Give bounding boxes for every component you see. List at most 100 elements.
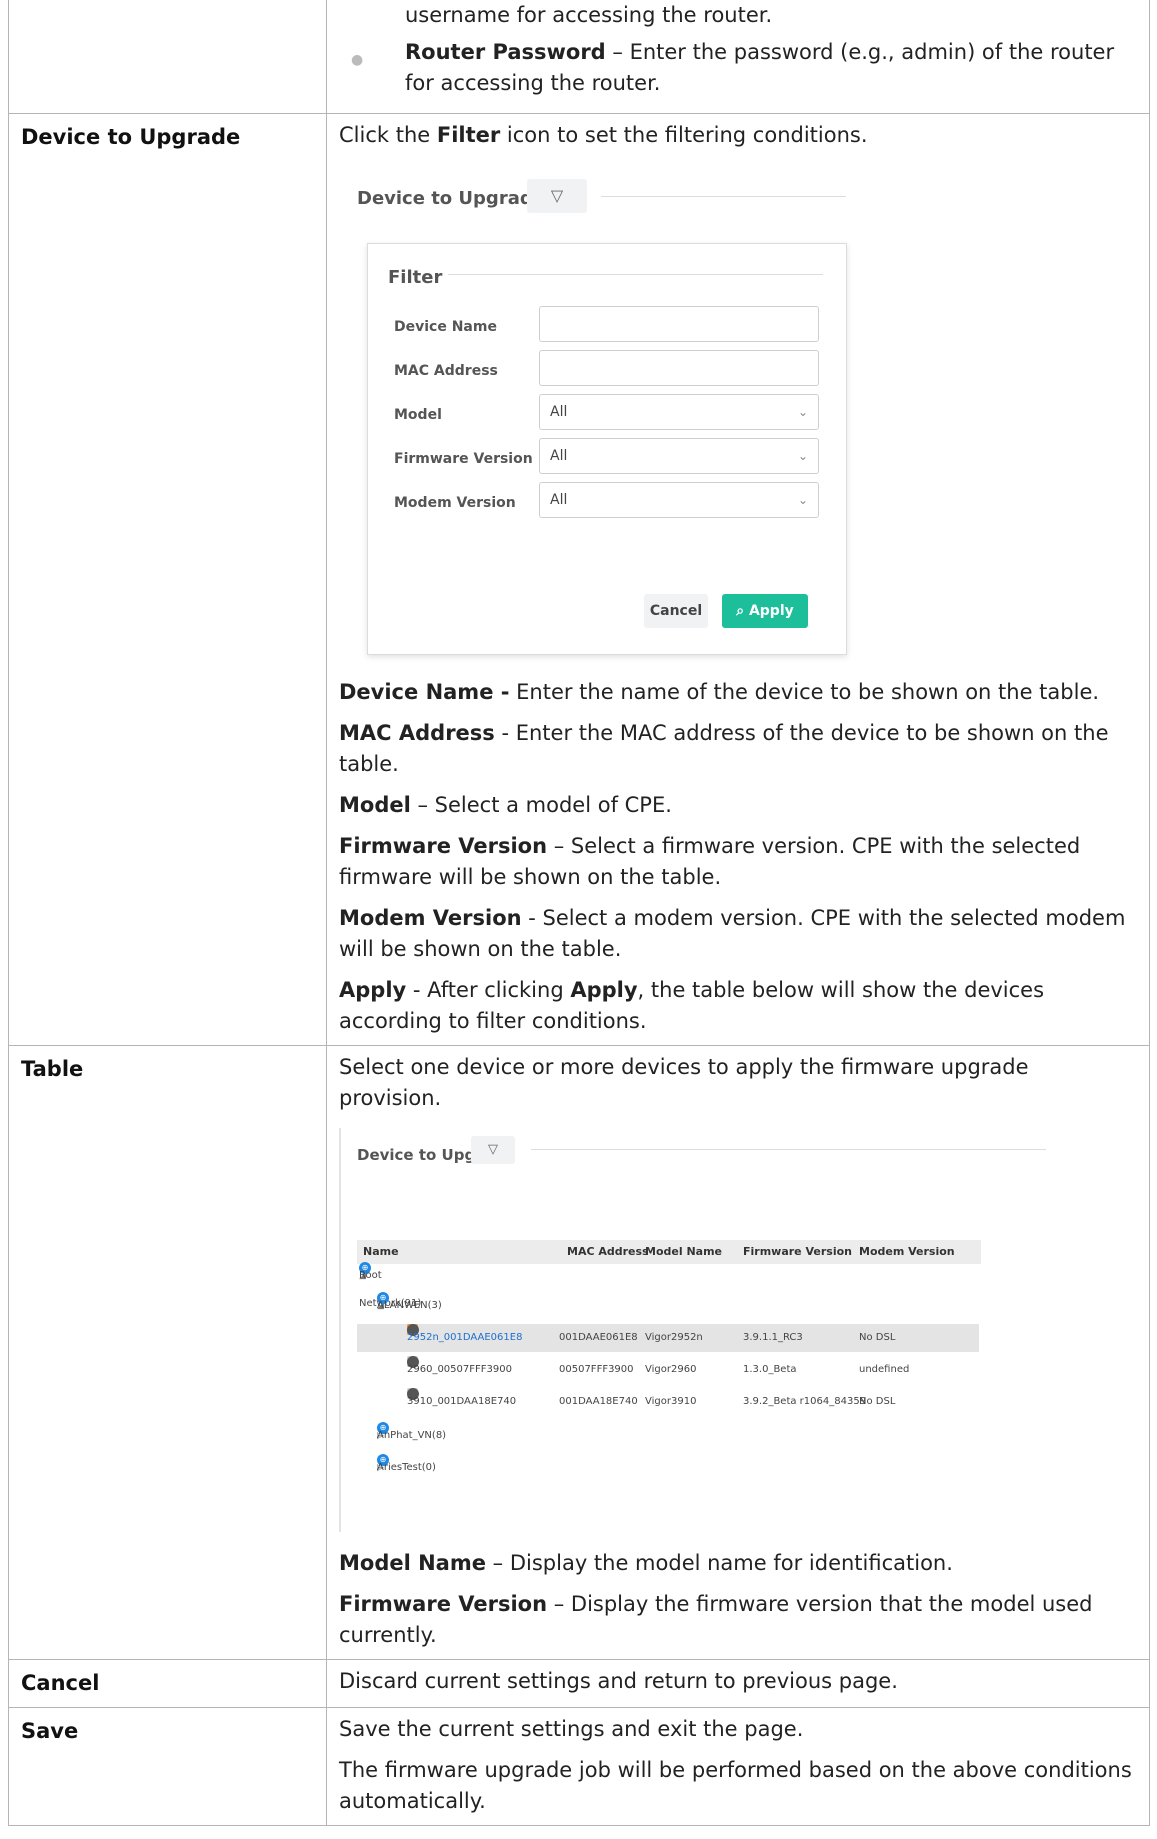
- chevron-down-icon: ⌄: [797, 493, 808, 507]
- parameter-table: username for accessing the router. ● Rou…: [8, 0, 1150, 1826]
- device-name-label: Device Name: [394, 319, 497, 335]
- filter-item-apply: Apply - After clicking Apply, the table …: [339, 975, 1137, 1037]
- device-table-screenshot: Device to Upgrade ▽ Name MAC Address Mod…: [339, 1128, 1051, 1532]
- device-to-upgrade-label: Device to Upgrade: [8, 113, 327, 1046]
- cancel-label: Cancel: [8, 1659, 327, 1708]
- apply-button[interactable]: ⌕ Apply: [722, 594, 808, 628]
- mac-address-label: MAC Address: [394, 363, 498, 379]
- item-text: – Select a model of CPE.: [410, 793, 672, 817]
- item-term: Model: [339, 793, 411, 817]
- node-name: AriesTest(0): [377, 1462, 436, 1473]
- modem-version-select[interactable]: All ⌄: [539, 482, 819, 518]
- header-firmware-version: Firmware Version: [743, 1245, 852, 1258]
- filter-intro: Click the Filter icon to set the filteri…: [339, 120, 1137, 151]
- table-intro: Select one device or more devices to app…: [339, 1055, 1029, 1110]
- header-mac-address: MAC Address: [567, 1245, 649, 1258]
- header-name: Name: [363, 1245, 399, 1258]
- node-name: ALANWEN(3): [377, 1300, 442, 1311]
- device-name-filter: Device Name: [394, 306, 834, 342]
- save-text-1: Save the current settings and exit the p…: [339, 1717, 804, 1741]
- filter-panel: Filter Device Name MAC Address Model All…: [367, 243, 847, 655]
- device-to-upgrade-row: Device to Upgrade Click the Filter icon …: [8, 113, 1150, 1046]
- funnel-icon: ▽: [488, 1142, 498, 1157]
- router-credentials-desc: username for accessing the router. ● Rou…: [326, 0, 1150, 114]
- tree-node-root[interactable]: ◢ ⊕ Root Network(91): [357, 1262, 979, 1309]
- item-term: MAC Address: [339, 721, 495, 745]
- model-filter: Model All ⌄: [394, 394, 834, 430]
- divider: [601, 196, 846, 197]
- password-bullet-list: ● Router Password – Enter the password (…: [339, 37, 1137, 99]
- modem-version-value: All: [550, 492, 568, 508]
- model-value: All: [550, 404, 568, 420]
- cell-model: Vigor2952n: [645, 1332, 703, 1343]
- table-label: Table: [8, 1045, 327, 1660]
- header-modem-version: Modem Version: [859, 1245, 955, 1258]
- router-credentials-row: username for accessing the router. ● Rou…: [8, 0, 1150, 114]
- bullet-icon: ●: [351, 52, 364, 68]
- intro-post: icon to set the filtering conditions.: [500, 123, 868, 147]
- item-term: Apply: [570, 978, 638, 1002]
- cell-modem: No DSL: [859, 1396, 896, 1407]
- firmware-version-select[interactable]: All ⌄: [539, 438, 819, 474]
- node-name: AnPhat_VN(8): [377, 1430, 447, 1441]
- item-text: - After clicking: [406, 978, 571, 1002]
- apply-label: Apply: [748, 603, 794, 619]
- cancel-button[interactable]: Cancel: [644, 594, 708, 628]
- device-name-input[interactable]: [539, 306, 819, 342]
- tree-node-group[interactable]: ▷ ⊕ AriesTest(0): [357, 1454, 979, 1482]
- filter-toggle-button[interactable]: ▽: [471, 1136, 515, 1164]
- cell-model: Vigor3910: [645, 1396, 697, 1407]
- intro-filter-term: Filter: [436, 123, 501, 147]
- filter-item-mac-address: MAC Address - Enter the MAC address of t…: [339, 718, 1137, 780]
- cell-modem: No DSL: [859, 1332, 896, 1343]
- cell-firmware: 3.9.1.1_RC3: [743, 1332, 803, 1343]
- item-text: Enter the name of the device to be shown…: [509, 680, 1100, 704]
- item-term: Device Name -: [339, 680, 510, 704]
- model-select[interactable]: All ⌄: [539, 394, 819, 430]
- filter-item-device-name: Device Name - Enter the name of the devi…: [339, 677, 1137, 708]
- router-password-item: ● Router Password – Enter the password (…: [339, 37, 1137, 99]
- item-text: – Display the model name for identificat…: [485, 1551, 953, 1575]
- mac-address-input[interactable]: [539, 350, 819, 386]
- filter-toggle-button[interactable]: ▽: [527, 179, 587, 213]
- device-name-link[interactable]: 2952n_001DAAE061E8: [407, 1324, 522, 1352]
- filter-panel-title: Filter: [388, 267, 443, 288]
- filter-item-firmware-version: Firmware Version – Select a firmware ver…: [339, 831, 1137, 893]
- screenshot-title: Device to Upgrade: [357, 188, 545, 209]
- router-password-term: Router Password: [405, 40, 606, 64]
- firmware-version-label: Firmware Version: [394, 451, 533, 467]
- item-term: Firmware Version: [339, 1592, 548, 1616]
- table-item-model-name: Model Name – Display the model name for …: [339, 1548, 1137, 1579]
- save-row: Save Save the current settings and exit …: [8, 1707, 1150, 1826]
- username-continued-text: username for accessing the router.: [405, 3, 773, 27]
- chevron-down-icon: ⌄: [797, 405, 808, 419]
- save-text-2: The firmware upgrade job will be perform…: [339, 1758, 1132, 1813]
- intro-pre: Click the: [339, 123, 437, 147]
- cell-model: Vigor2960: [645, 1364, 697, 1375]
- item-term: Firmware Version: [339, 834, 548, 858]
- filter-item-model: Model – Select a model of CPE.: [339, 790, 1137, 821]
- cell-mac: 001DAA18E740: [559, 1396, 638, 1407]
- save-label: Save: [8, 1707, 327, 1826]
- tree-node-group[interactable]: ◢ ⊕ ALANWEN(3): [357, 1292, 979, 1320]
- table-row[interactable]: 2960_00507FFF3900 00507FFF3900 Vigor2960…: [357, 1356, 979, 1384]
- cell-mac: 001DAAE061E8: [559, 1332, 638, 1343]
- cancel-row: Cancel Discard current settings and retu…: [8, 1659, 1150, 1708]
- cell-firmware: 1.3.0_Beta: [743, 1364, 797, 1375]
- device-name: 3910_001DAA18E740: [407, 1396, 517, 1407]
- cell-firmware: 3.9.2_Beta r1064_84359: [743, 1396, 867, 1407]
- table-desc: Select one device or more devices to app…: [326, 1045, 1150, 1660]
- device-table-header: Name MAC Address Model Name Firmware Ver…: [357, 1240, 981, 1264]
- empty-label-cell: [8, 0, 327, 114]
- firmware-version-value: All: [550, 448, 568, 464]
- mac-address-filter: MAC Address: [394, 350, 834, 386]
- cancel-desc: Discard current settings and return to p…: [326, 1659, 1150, 1708]
- table-row[interactable]: 3910_001DAA18E740 001DAA18E740 Vigor3910…: [357, 1388, 979, 1416]
- model-label: Model: [394, 407, 442, 423]
- search-icon: ⌕: [736, 603, 745, 619]
- item-term: Modem Version: [339, 906, 522, 930]
- divider: [531, 1149, 1046, 1150]
- divider: [448, 274, 823, 275]
- tree-node-group[interactable]: ▷ ⊕ AnPhat_VN(8): [357, 1422, 979, 1450]
- table-row[interactable]: ✓ 2952n_001DAAE061E8 001DAAE061E8 Vigor2…: [357, 1324, 979, 1352]
